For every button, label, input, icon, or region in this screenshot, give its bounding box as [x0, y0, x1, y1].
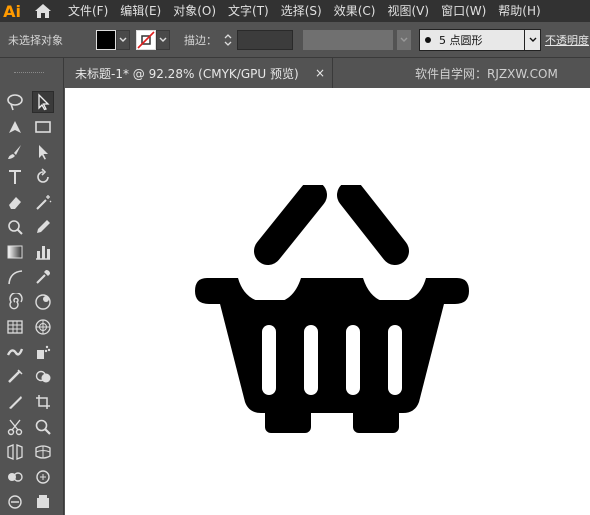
knife-icon[interactable]: [4, 391, 26, 413]
gradient-icon[interactable]: [4, 241, 26, 263]
blend-icon[interactable]: [32, 291, 54, 313]
menu-type[interactable]: 文字(T): [222, 0, 275, 22]
brush-dot-icon: [425, 36, 431, 43]
home-icon[interactable]: [24, 0, 62, 22]
spiral-icon[interactable]: [4, 291, 26, 313]
grid-icon[interactable]: [4, 316, 26, 338]
blob-brush-icon[interactable]: [4, 341, 26, 363]
panel-grip[interactable]: [14, 72, 44, 75]
stroke-spinner[interactable]: [221, 30, 235, 50]
polar-grid-icon[interactable]: [32, 316, 54, 338]
eraser-icon[interactable]: [4, 191, 26, 213]
menu-window[interactable]: 窗口(W): [435, 0, 492, 22]
brush-value: 5 点圆形: [439, 33, 483, 47]
stroke-label: 描边：: [184, 33, 217, 47]
selection-status: 未选择对象: [8, 33, 63, 47]
menu-effect[interactable]: 效果(C): [328, 0, 382, 22]
warp-icon[interactable]: [4, 366, 26, 388]
bar-graph-icon[interactable]: [32, 241, 54, 263]
pen-icon[interactable]: [4, 116, 26, 138]
shape-builder-icon[interactable]: [32, 366, 54, 388]
profile-dropdown[interactable]: [397, 29, 411, 50]
artboard-icon[interactable]: [32, 391, 54, 413]
magic-wand-icon[interactable]: [32, 191, 54, 213]
symbol-sprayer-icon[interactable]: [32, 341, 54, 363]
fill-dropdown[interactable]: [116, 29, 130, 50]
menu-file[interactable]: 文件(F): [62, 0, 114, 22]
lasso-icon[interactable]: [4, 91, 26, 113]
document-tab[interactable]: 未标题-1* @ 92.28% (CMYK/GPU 预览): [65, 58, 333, 88]
menu-view[interactable]: 视图(V): [381, 0, 435, 22]
live-paint-select-icon[interactable]: [32, 466, 54, 488]
close-icon[interactable]: ×: [315, 58, 325, 88]
mesh-icon[interactable]: [32, 441, 54, 463]
direct-selection-icon[interactable]: [32, 91, 54, 113]
stroke-dropdown[interactable]: [156, 29, 170, 50]
basket-icon[interactable]: [193, 185, 471, 437]
arc-icon[interactable]: [4, 266, 26, 288]
opacity-link[interactable]: 不透明度: [545, 32, 589, 48]
pencil-icon[interactable]: [32, 216, 54, 238]
brush-dropdown[interactable]: [525, 28, 541, 51]
tools-panel: [0, 58, 64, 515]
menu-bar: Ai 文件(F) 编辑(E) 对象(O) 文字(T) 选择(S) 效果(C) 视…: [0, 0, 590, 22]
stroke-weight-input[interactable]: [237, 29, 293, 50]
type-icon[interactable]: [4, 166, 26, 188]
slice-icon[interactable]: [4, 491, 26, 513]
artboard-canvas[interactable]: [65, 88, 590, 515]
perspective-icon[interactable]: [4, 441, 26, 463]
fill-swatch[interactable]: [96, 29, 116, 50]
menu-edit[interactable]: 编辑(E): [114, 0, 167, 22]
brush-definition[interactable]: 5 点圆形: [419, 28, 525, 51]
menu-select[interactable]: 选择(S): [275, 0, 328, 22]
watermark-text: 软件自学网：RJZXW.COM: [415, 66, 558, 81]
document-tab-title: 未标题-1* @ 92.28% (CMYK/GPU 预览): [75, 66, 299, 81]
document-tab-bar: 未标题-1* @ 92.28% (CMYK/GPU 预览) × 软件自学网：RJ…: [65, 58, 590, 88]
menu-help[interactable]: 帮助(H): [492, 0, 546, 22]
paintbrush-icon[interactable]: [4, 141, 26, 163]
scissors-icon[interactable]: [4, 416, 26, 438]
zoom-icon[interactable]: [32, 416, 54, 438]
reshape-icon[interactable]: [4, 216, 26, 238]
pointer-icon[interactable]: [32, 141, 54, 163]
live-paint-icon[interactable]: [4, 466, 26, 488]
rectangle-icon[interactable]: [32, 116, 54, 138]
app-logo: Ai: [0, 0, 24, 22]
rotate-icon[interactable]: [32, 166, 54, 188]
hand-icon[interactable]: [32, 491, 54, 513]
variable-width-profile[interactable]: [303, 29, 393, 50]
eyedropper-icon[interactable]: [32, 266, 54, 288]
stroke-swatch[interactable]: [136, 29, 156, 50]
menu-object[interactable]: 对象(O): [167, 0, 222, 22]
control-bar: 未选择对象 描边： 5 点圆形 不透明度: [0, 22, 590, 58]
